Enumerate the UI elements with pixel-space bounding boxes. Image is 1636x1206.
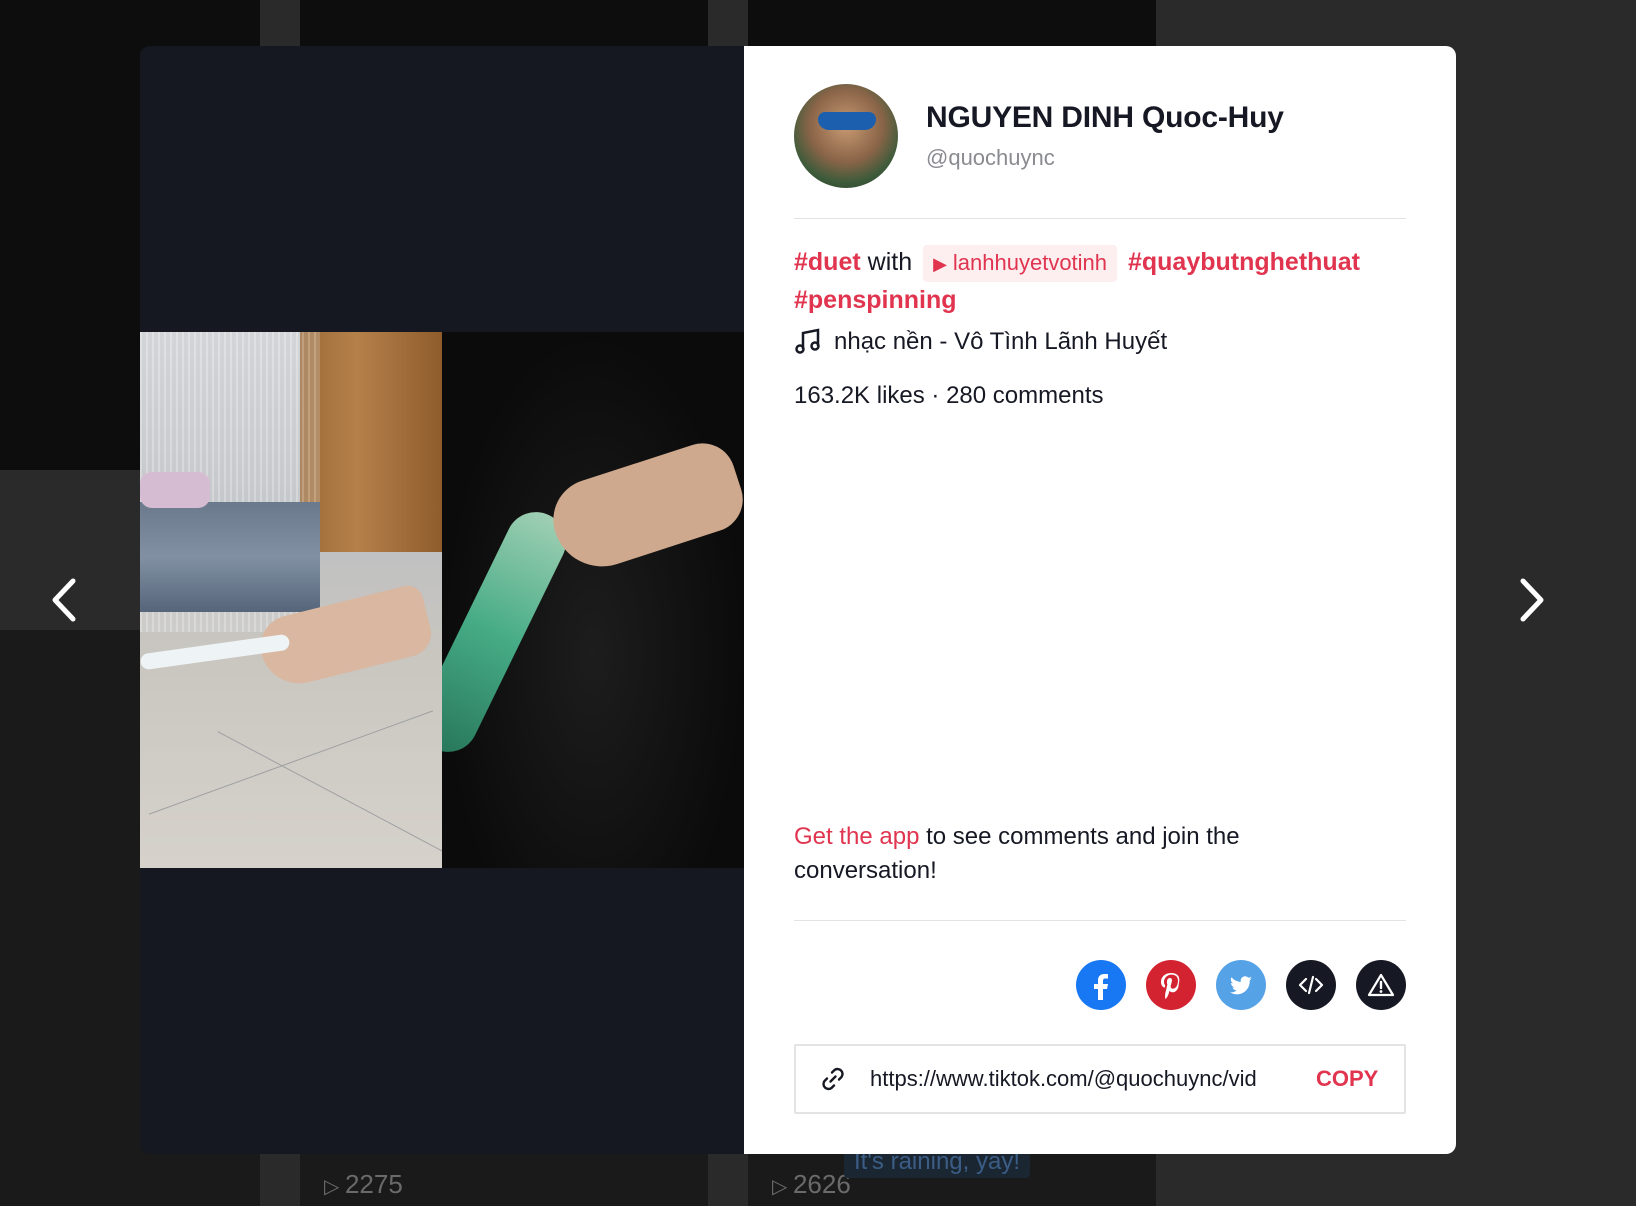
share-buttons: [1056, 960, 1406, 1010]
facebook-icon: [1094, 974, 1108, 1000]
video-url[interactable]: https://www.tiktok.com/@quochuync/vid: [870, 1066, 1286, 1092]
duet-user-chip[interactable]: ▶ lanhhuyetvotinh: [923, 244, 1118, 282]
embed-button[interactable]: [1286, 960, 1336, 1010]
copy-link-box: https://www.tiktok.com/@quochuync/vid CO…: [794, 1044, 1406, 1114]
hashtag-duet[interactable]: #duet: [794, 248, 861, 276]
author-header[interactable]: NGUYEN DINH Quoc-Huy @quochuync: [794, 84, 1284, 188]
duet-video-right: [442, 332, 744, 868]
video-stats: 163.2K likes · 280 comments: [794, 382, 1104, 409]
video-description: #duet with ▶ lanhhuyetvotinh #quaybutnghe…: [794, 244, 1406, 319]
glowing-pen: [442, 502, 576, 762]
report-button[interactable]: [1356, 960, 1406, 1010]
share-facebook-button[interactable]: [1076, 960, 1126, 1010]
play-icon: ▶: [933, 253, 947, 274]
music-note-icon: [795, 328, 820, 354]
video-info-panel: NGUYEN DINH Quoc-Huy @quochuync #duet wi…: [744, 46, 1456, 1154]
view-count: 2275: [324, 1169, 403, 1200]
video-modal: NGUYEN DINH Quoc-Huy @quochuync #duet wi…: [140, 46, 1456, 1154]
twitter-icon: [1230, 976, 1252, 995]
chevron-left-icon: [52, 578, 76, 622]
embed-code-icon: [1298, 975, 1324, 995]
divider: [794, 920, 1406, 921]
feed-tile[interactable]: 2626 It's raining, yay!: [748, 1146, 1156, 1206]
get-app-link[interactable]: Get the app: [794, 823, 919, 850]
pillow: [140, 472, 210, 508]
share-pinterest-button[interactable]: [1146, 960, 1196, 1010]
bed: [140, 502, 320, 612]
warning-icon: [1367, 973, 1395, 997]
feed-tile[interactable]: 2275: [300, 1150, 708, 1206]
pinterest-icon: [1161, 973, 1180, 999]
author-nickname[interactable]: NGUYEN DINH Quoc-Huy: [926, 101, 1284, 135]
with-text: with: [867, 248, 913, 276]
previous-video-button[interactable]: [40, 570, 88, 630]
video-player[interactable]: [140, 46, 744, 1154]
music-link[interactable]: nhạc nền - Vô Tình Lãnh Huyết: [794, 328, 1167, 356]
divider: [794, 218, 1406, 219]
avatar[interactable]: [794, 84, 898, 188]
music-title: nhạc nền - Vô Tình Lãnh Huyết: [834, 328, 1168, 355]
chevron-right-icon: [1520, 578, 1544, 622]
share-twitter-button[interactable]: [1216, 960, 1266, 1010]
next-video-button[interactable]: [1508, 570, 1556, 630]
duet-video-left: [140, 332, 442, 868]
feed-tile[interactable]: [300, 0, 708, 46]
copy-link-button[interactable]: COPY: [1316, 1066, 1378, 1092]
feed-tile[interactable]: [748, 0, 1156, 46]
get-app-message: Get the app to see comments and join the…: [794, 820, 1314, 888]
hashtag-penspinning[interactable]: #penspinning: [794, 286, 957, 314]
link-icon: [822, 1067, 844, 1091]
duet-user-name: lanhhuyetvotinh: [952, 249, 1108, 275]
video-frame[interactable]: [140, 332, 744, 868]
hand: [542, 434, 744, 580]
view-count: 2626: [772, 1169, 851, 1200]
wardrobe: [300, 332, 442, 552]
hashtag-quaybutnghethuat[interactable]: #quaybutnghethuat: [1128, 248, 1360, 276]
author-username[interactable]: @quochuync: [926, 145, 1284, 171]
